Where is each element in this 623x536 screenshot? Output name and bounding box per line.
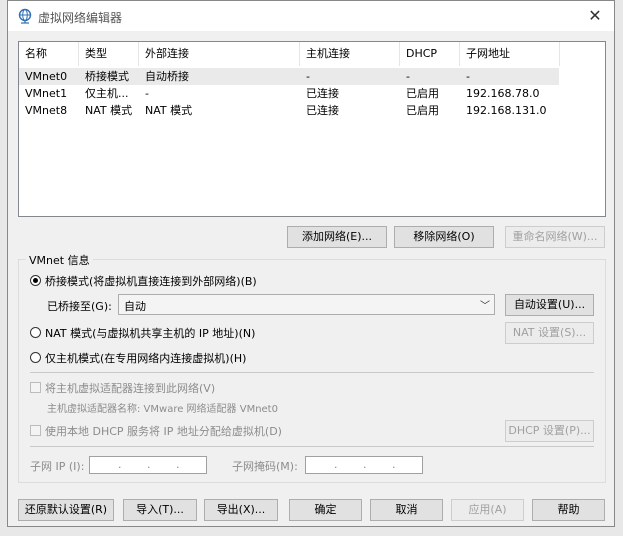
column-header-subnet[interactable]: 子网地址 xyxy=(460,42,560,66)
cell-subnet: - xyxy=(466,70,470,83)
host-only-radio[interactable] xyxy=(30,352,41,363)
title-bar: 虚拟网络编辑器 ✕ xyxy=(8,1,614,31)
divider xyxy=(30,372,594,373)
window-title: 虚拟网络编辑器 xyxy=(38,11,123,25)
connect-adapter-checkbox[interactable] xyxy=(30,382,41,393)
cell-host: - xyxy=(306,70,310,83)
help-button[interactable]: 帮助 xyxy=(532,499,605,521)
export-button[interactable]: 导出(X)... xyxy=(204,499,278,521)
bridged-to-select[interactable]: 自动 ﹀ xyxy=(118,294,495,315)
chevron-down-icon: ﹀ xyxy=(480,301,490,312)
close-icon[interactable]: ✕ xyxy=(586,7,604,25)
host-only-label[interactable]: 仅主机模式(在专用网络内连接虚拟机)(H) xyxy=(45,350,246,366)
network-list[interactable]: 名称 类型 外部连接 主机连接 DHCP 子网地址 VMnet0 桥接模式 自动… xyxy=(18,41,606,217)
subnet-mask-input[interactable]: . . . xyxy=(305,456,423,474)
adapter-name-text: 主机虚拟适配器名称: VMware 网络适配器 VMnet0 xyxy=(47,404,278,415)
table-row[interactable]: VMnet1 仅主机... - 已连接 已启用 192.168.78.0 xyxy=(19,85,559,102)
network-globe-icon xyxy=(17,8,33,24)
cell-dhcp: 已启用 xyxy=(406,87,439,100)
cell-dhcp: 已启用 xyxy=(406,104,439,117)
column-header-name[interactable]: 名称 xyxy=(19,42,79,66)
rename-network-button[interactable]: 重命名网络(W)... xyxy=(505,226,605,248)
table-row[interactable]: VMnet0 桥接模式 自动桥接 - - - xyxy=(19,68,559,85)
subnet-mask-label: 子网掩码(M): xyxy=(232,460,298,473)
virtual-network-editor-window: 虚拟网络编辑器 ✕ 名称 类型 外部连接 主机连接 DHCP 子网地址 VMne… xyxy=(7,0,615,527)
vmnet-info-group xyxy=(18,259,606,483)
bridged-to-value: 自动 xyxy=(124,300,146,313)
cell-external: NAT 模式 xyxy=(145,104,193,117)
cell-external: 自动桥接 xyxy=(145,70,189,83)
cancel-button[interactable]: 取消 xyxy=(370,499,443,521)
cell-external: - xyxy=(145,87,149,100)
apply-button[interactable]: 应用(A) xyxy=(451,499,524,521)
cell-dhcp: - xyxy=(406,70,410,83)
cell-name: VMnet8 xyxy=(25,104,68,117)
ok-button[interactable]: 确定 xyxy=(289,499,362,521)
cell-subnet: 192.168.131.0 xyxy=(466,104,547,117)
subnet-ip-input[interactable]: . . . xyxy=(89,456,207,474)
divider xyxy=(30,446,594,447)
cell-name: VMnet1 xyxy=(25,87,68,100)
nat-settings-button[interactable]: NAT 设置(S)... xyxy=(505,322,594,344)
dhcp-label[interactable]: 使用本地 DHCP 服务将 IP 地址分配给虚拟机(D) xyxy=(45,423,282,439)
bridged-mode-radio[interactable] xyxy=(30,275,41,286)
cell-host: 已连接 xyxy=(306,104,339,117)
subnet-ip-label: 子网 IP (I): xyxy=(30,460,85,473)
restore-defaults-button[interactable]: 还原默认设置(R) xyxy=(18,499,114,521)
column-header-dhcp[interactable]: DHCP xyxy=(400,42,460,66)
cell-name: VMnet0 xyxy=(25,70,68,83)
cell-subnet: 192.168.78.0 xyxy=(466,87,540,100)
bridged-to-label: 已桥接至(G): xyxy=(47,300,112,313)
dhcp-settings-button[interactable]: DHCP 设置(P)... xyxy=(505,420,594,442)
nat-mode-radio[interactable] xyxy=(30,327,41,338)
import-button[interactable]: 导入(T)... xyxy=(123,499,197,521)
cell-type: NAT 模式 xyxy=(85,104,133,117)
dhcp-checkbox[interactable] xyxy=(30,425,41,436)
bridged-mode-label[interactable]: 桥接模式(将虚拟机直接连接到外部网络)(B) xyxy=(45,273,257,289)
table-row[interactable]: VMnet8 NAT 模式 NAT 模式 已连接 已启用 192.168.131… xyxy=(19,102,559,119)
nat-mode-label[interactable]: NAT 模式(与虚拟机共享主机的 IP 地址)(N) xyxy=(45,325,255,341)
column-header-external[interactable]: 外部连接 xyxy=(139,42,300,66)
column-header-type[interactable]: 类型 xyxy=(79,42,139,66)
cell-host: 已连接 xyxy=(306,87,339,100)
vmnet-info-label: VMnet 信息 xyxy=(26,252,93,268)
cell-type: 仅主机... xyxy=(85,87,129,100)
auto-settings-button[interactable]: 自动设置(U)... xyxy=(505,294,594,316)
column-header-host[interactable]: 主机连接 xyxy=(300,42,400,66)
connect-adapter-label[interactable]: 将主机虚拟适配器连接到此网络(V) xyxy=(45,380,215,396)
add-network-button[interactable]: 添加网络(E)... xyxy=(287,226,387,248)
cell-type: 桥接模式 xyxy=(85,70,129,83)
remove-network-button[interactable]: 移除网络(O) xyxy=(394,226,494,248)
